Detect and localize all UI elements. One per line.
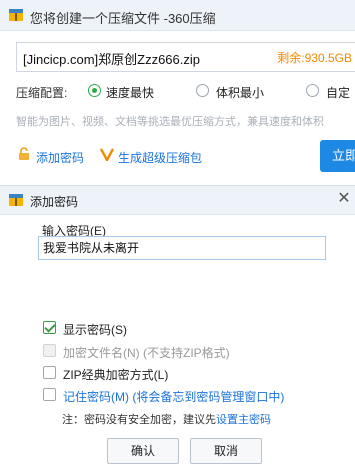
- set-master-password-link[interactable]: 设置主密码: [216, 414, 271, 426]
- radio-custom[interactable]: [306, 84, 319, 97]
- zip-classic-checkbox[interactable]: [43, 366, 56, 379]
- radio-speed-label: 速度最快: [106, 86, 155, 100]
- confirm-button[interactable]: 确认: [107, 438, 179, 464]
- start-compress-button[interactable]: 立即: [320, 140, 355, 172]
- radio-size-label: 体积最小: [216, 86, 265, 100]
- dialog-titlebar: 添加密码: [0, 185, 355, 215]
- lock-icon: [19, 147, 29, 160]
- radio-speed[interactable]: [88, 84, 101, 97]
- super-compress-link[interactable]: 生成超级压缩包: [118, 149, 202, 166]
- file-name: [Jincicp.com]郑原创Zzz666.zip: [23, 52, 200, 67]
- dialog-title: 添加密码: [30, 195, 79, 209]
- zip-classic-label: ZIP经典加密方式(L): [63, 368, 169, 382]
- free-space: 剩余:930.5GB: [277, 51, 352, 65]
- window-title: 您将创建一个压缩文件 -360压缩: [30, 11, 216, 26]
- archive-icon: [9, 194, 23, 206]
- encrypt-filename-checkbox[interactable]: [43, 344, 56, 357]
- remember-password-checkbox[interactable]: [43, 388, 56, 401]
- encrypt-filename-label: 加密文件名(N) (不支持ZIP格式): [63, 346, 230, 360]
- password-input[interactable]: 我爱书院从未离开: [38, 236, 326, 260]
- v-badge-icon: [100, 148, 114, 161]
- config-hint: 智能为图片、视频、文档等挑选最优压缩方式，兼具速度和体积: [16, 116, 324, 128]
- file-name-field[interactable]: [Jincicp.com]郑原创Zzz666.zip 剩余:930.5GB: [16, 42, 355, 72]
- radio-size[interactable]: [196, 84, 209, 97]
- show-password-label: 显示密码(S): [63, 323, 127, 337]
- close-icon[interactable]: ✕: [334, 189, 354, 209]
- show-password-checkbox[interactable]: [43, 321, 56, 334]
- cancel-button[interactable]: 取消: [190, 438, 262, 464]
- archive-icon: [9, 9, 23, 21]
- window-titlebar: 您将创建一个压缩文件 -360压缩: [0, 0, 355, 31]
- config-label: 压缩配置:: [16, 86, 68, 100]
- note-text: 注：密码没有安全加密，建议先: [62, 414, 216, 426]
- password-note: 注：密码没有安全加密，建议先设置主密码: [62, 411, 271, 427]
- add-password-link[interactable]: 添加密码: [36, 149, 84, 166]
- remember-password-label: 记住密码(M) (将会备忘到密码管理窗口中): [63, 390, 285, 404]
- radio-custom-label: 自定: [326, 86, 351, 100]
